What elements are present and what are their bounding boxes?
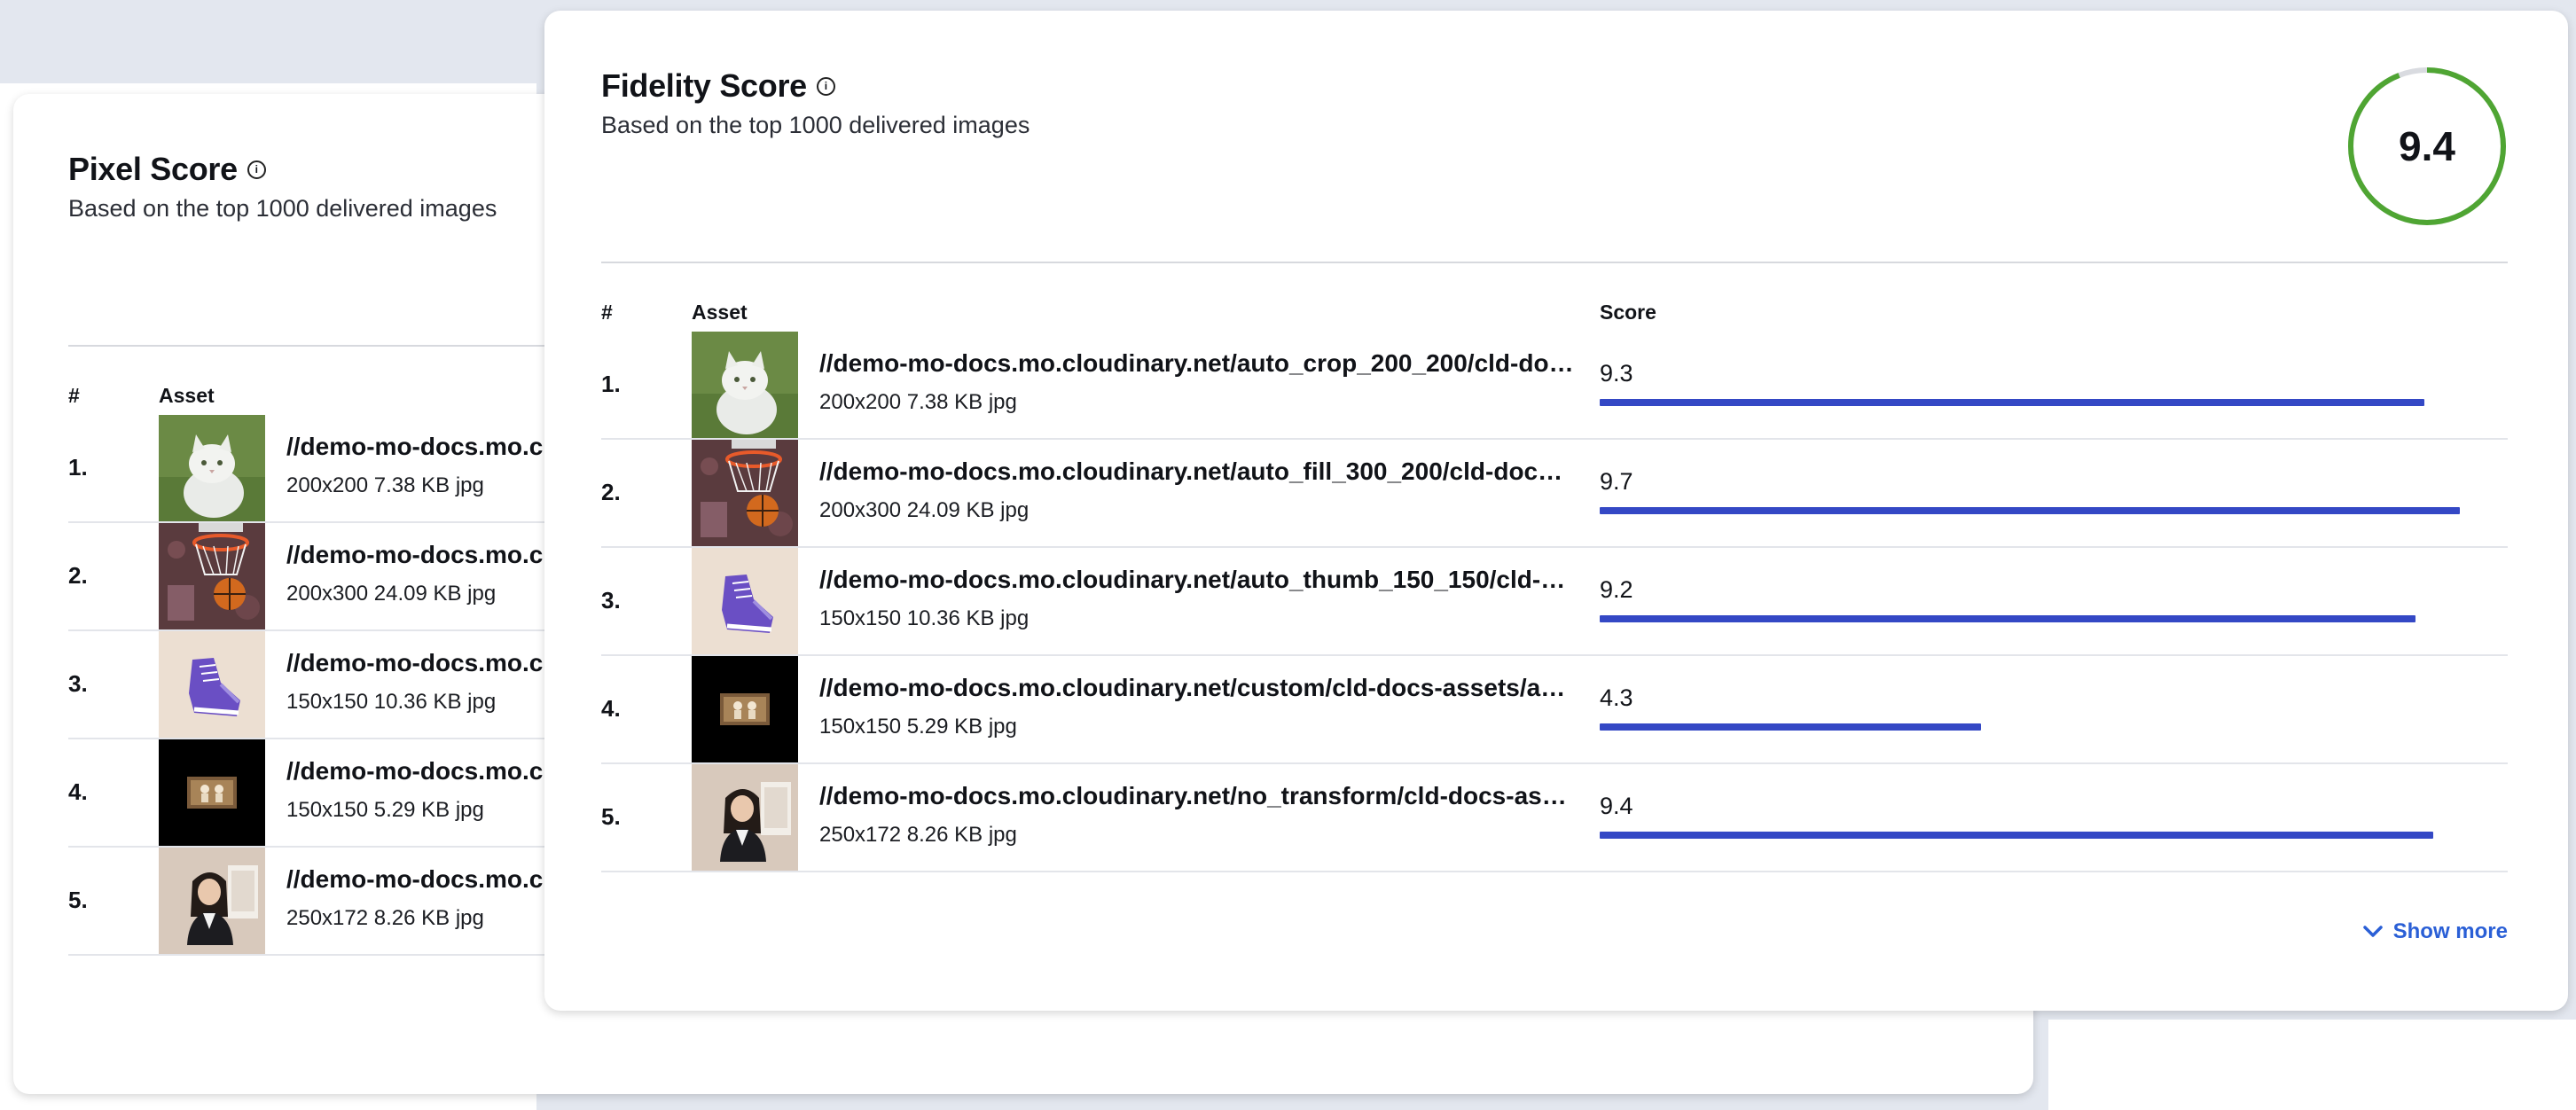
score-value: 9.3 [1600, 360, 1633, 387]
row-number: 5. [601, 803, 621, 830]
asset-meta: 200x200 7.38 KB jpg [286, 473, 484, 497]
table-row[interactable]: 5. //demo-mo-docs.mo.cloudinary.net/no_t… [601, 764, 2508, 872]
overall-score-value: 9.4 [2399, 123, 2455, 169]
asset-url[interactable]: //demo-mo-docs.mo.c [286, 433, 543, 461]
score-bar [1600, 723, 2486, 731]
score-value: 9.4 [1600, 793, 1633, 819]
fidelity-score-card: Fidelity Score i Based on the top 1000 d… [544, 11, 2568, 1011]
score-bar-fill [1600, 615, 2415, 622]
row-number: 3. [68, 670, 88, 697]
row-number: 2. [68, 562, 88, 589]
info-icon[interactable]: i [816, 76, 835, 96]
row-number: 1. [601, 371, 621, 397]
asset-meta: 250x172 8.26 KB jpg [819, 823, 1017, 847]
fidelity-score-header: Fidelity Score i Based on the top 1000 d… [601, 67, 1030, 139]
asset-thumbnail[interactable] [159, 631, 265, 738]
asset-url[interactable]: //demo-mo-docs.mo.cloudinary.net/auto_fi… [819, 457, 1575, 486]
column-header-score: Score [1600, 301, 1656, 324]
fidelity-score-title: Fidelity Score [601, 67, 807, 104]
score-bar-fill [1600, 399, 2424, 406]
asset-url[interactable]: //demo-mo-docs.mo.c [286, 541, 543, 569]
background-corner [2048, 1020, 2576, 1110]
chevron-down-icon [2362, 926, 2383, 937]
asset-url[interactable]: //demo-mo-docs.mo.cloudinary.net/auto_th… [819, 566, 1575, 594]
asset-url[interactable]: //demo-mo-docs.mo.cloudinary.net/custom/… [819, 674, 1575, 702]
score-bar [1600, 507, 2486, 514]
asset-url[interactable]: //demo-mo-docs.mo.c [286, 649, 543, 677]
row-number: 3. [601, 587, 621, 614]
asset-meta: 150x150 5.29 KB jpg [819, 715, 1017, 739]
asset-url[interactable]: //demo-mo-docs.mo.c [286, 865, 543, 894]
info-icon[interactable]: i [247, 160, 266, 179]
asset-meta: 200x300 24.09 KB jpg [819, 498, 1030, 522]
header-divider [601, 262, 2508, 263]
row-number: 2. [601, 479, 621, 505]
row-number: 4. [68, 778, 88, 805]
asset-url[interactable]: //demo-mo-docs.mo.cloudinary.net/no_tran… [819, 782, 1575, 810]
asset-thumbnail[interactable] [692, 548, 798, 654]
score-bar-fill [1600, 832, 2433, 839]
asset-thumbnail[interactable] [692, 764, 798, 871]
column-header-num: # [68, 384, 80, 407]
pixel-score-title: Pixel Score [68, 151, 238, 187]
column-header-num: # [601, 301, 613, 324]
asset-meta: 150x150 10.36 KB jpg [819, 606, 1030, 630]
table-row[interactable]: 4. //demo-mo-docs.mo.cloudinary.net/cust… [601, 656, 2508, 764]
fidelity-score-subtitle: Based on the top 1000 delivered images [601, 112, 1030, 138]
asset-thumbnail[interactable] [159, 739, 265, 846]
score-bar-fill [1600, 507, 2460, 514]
overall-score-gauge: 9.4 [2346, 66, 2508, 227]
background-band [0, 0, 568, 83]
row-number: 5. [68, 887, 88, 913]
asset-url[interactable]: //demo-mo-docs.mo.cloudinary.net/auto_cr… [819, 349, 1575, 378]
show-more-button[interactable]: Show more [2362, 919, 2508, 944]
table-row[interactable]: 2. //demo-mo-docs.mo.cloudinary.net/auto… [601, 440, 2508, 548]
row-number: 4. [601, 695, 621, 722]
score-bar [1600, 832, 2486, 839]
score-value: 9.7 [1600, 468, 1633, 495]
asset-meta: 150x150 10.36 KB jpg [286, 690, 497, 714]
asset-thumbnail[interactable] [692, 332, 798, 438]
table-row[interactable]: 3. //demo-mo-docs.mo.cloudinary.net/auto… [601, 548, 2508, 656]
asset-meta: 250x172 8.26 KB jpg [286, 906, 484, 930]
asset-thumbnail[interactable] [159, 523, 265, 629]
table-row[interactable]: 1. //demo-mo-docs.mo.cloudinary.net/auto… [601, 332, 2508, 440]
asset-thumbnail[interactable] [159, 415, 265, 521]
column-header-asset: Asset [159, 384, 215, 407]
score-value: 4.3 [1600, 684, 1633, 711]
asset-meta: 150x150 5.29 KB jpg [286, 798, 484, 822]
asset-thumbnail[interactable] [692, 656, 798, 762]
asset-thumbnail[interactable] [692, 440, 798, 546]
asset-meta: 200x300 24.09 KB jpg [286, 582, 497, 606]
asset-url[interactable]: //demo-mo-docs.mo.c [286, 757, 543, 786]
show-more-label: Show more [2392, 919, 2508, 943]
score-bar [1600, 615, 2486, 622]
fidelity-score-table: # Asset Score 1. //demo-mo-docs.mo.cloud… [601, 301, 2508, 903]
pixel-score-header: Pixel Score i Based on the top 1000 deli… [68, 151, 497, 223]
column-header-asset: Asset [692, 301, 748, 324]
asset-meta: 200x200 7.38 KB jpg [819, 390, 1017, 414]
row-number: 1. [68, 454, 88, 481]
score-bar [1600, 399, 2486, 406]
asset-thumbnail[interactable] [159, 848, 265, 954]
score-bar-fill [1600, 723, 1981, 731]
score-value: 9.2 [1600, 576, 1633, 603]
pixel-score-subtitle: Based on the top 1000 delivered images [68, 195, 497, 222]
